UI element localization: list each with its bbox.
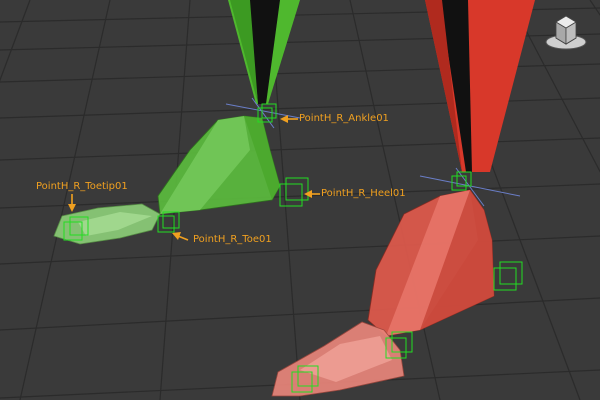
toe-helper-label: PointH_R_Toe01 xyxy=(193,234,272,245)
heel-helper-label: PointH_R_Heel01 xyxy=(321,188,406,199)
ankle-helper-label: PointH_R_Ankle01 xyxy=(299,113,389,124)
toetip-helper-label: PointH_R_Toetip01 xyxy=(36,181,128,192)
3d-viewport[interactable]: PointH_R_Ankle01 PointH_R_Heel01 PointH_… xyxy=(0,0,600,400)
